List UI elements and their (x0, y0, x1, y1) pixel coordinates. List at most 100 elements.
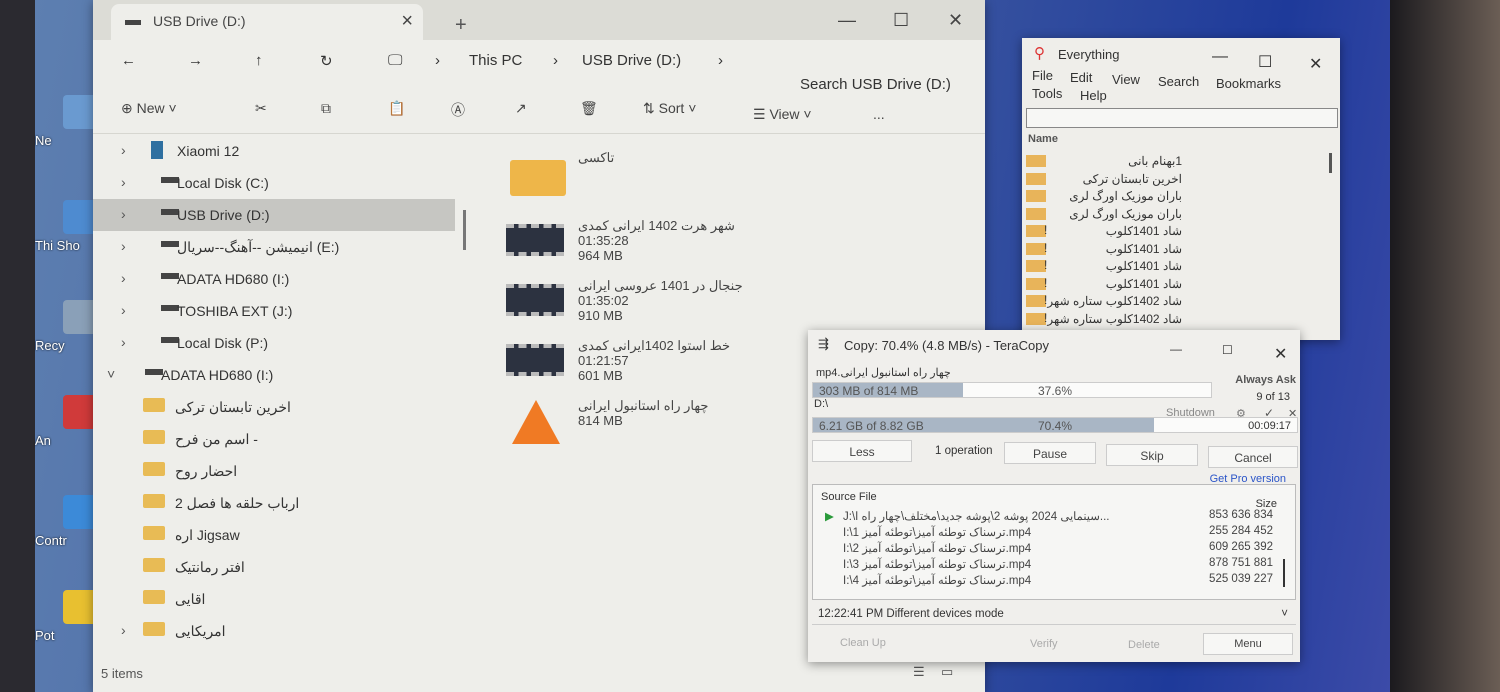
breadcrumb-usb-drive[interactable]: USB Drive (D:) (582, 52, 681, 69)
result-row[interactable]: ! شاد 1402کلوب ستاره شهر (1022, 292, 1332, 310)
menu-file[interactable]: File (1032, 68, 1053, 83)
close-button[interactable]: ✕ (1274, 344, 1287, 364)
desktop-icon[interactable]: Contr (35, 495, 97, 548)
menu-tools[interactable]: Tools (1032, 86, 1062, 101)
file-item[interactable]: شهر هرت 1402 ایرانی کمدی 01:35:28 964 MB (498, 218, 978, 274)
sidebar-item[interactable]: افتر رمانتیک (93, 551, 455, 583)
queue-row[interactable]: I:\3 ترسناک توطئه آمیز\توطئه آمیز.mp4 878… (843, 557, 1273, 573)
result-row[interactable]: ! شاد 1402کلوب ستاره شهر (1022, 310, 1332, 328)
result-row[interactable]: ! شاد 1401کلوب (1022, 240, 1332, 258)
sidebar-item[interactable]: › Xiaomi 12 (93, 135, 455, 167)
maximize-button[interactable]: ☐ (893, 10, 909, 31)
chevron-right-icon[interactable]: › (121, 302, 126, 318)
sidebar-item[interactable]: اره Jigsaw (93, 519, 455, 551)
column-header-name[interactable]: Name (1028, 133, 1058, 145)
queue-row[interactable]: ▶ J:\سینمایی 2024 پوشه 2\پوشه جدید\مختلف\… (825, 509, 1273, 525)
tiles-view-icon[interactable]: ▭ (941, 664, 953, 680)
share-icon[interactable]: ↗ (515, 100, 527, 117)
maximize-button[interactable]: ☐ (1222, 343, 1233, 357)
paste-icon[interactable]: 📋 (388, 100, 405, 117)
result-row[interactable]: ! شاد 1401کلوب (1022, 275, 1332, 293)
sidebar-item[interactable]: اقایی (93, 583, 455, 615)
new-tab-button[interactable]: + (455, 14, 467, 37)
delete-icon[interactable]: 🗑 (580, 100, 598, 117)
close-tab-icon[interactable]: × (401, 10, 413, 33)
minimize-button[interactable]: — (1212, 48, 1228, 66)
chevron-right-icon[interactable]: › (121, 206, 126, 222)
new-button[interactable]: ⊕ New ˅ (121, 100, 177, 117)
result-row[interactable]: 1بهنام بانی (1022, 152, 1332, 170)
sidebar-item[interactable]: › ADATA HD680 (I:) (93, 263, 455, 295)
chevron-right-icon[interactable]: › (121, 238, 126, 254)
pane-scrollbar[interactable] (463, 210, 466, 250)
close-button[interactable]: ✕ (948, 10, 963, 31)
chevron-right-icon[interactable]: › (121, 622, 126, 638)
up-icon[interactable]: ↑ (255, 52, 263, 69)
sidebar-item[interactable]: › TOSHIBA EXT (J:) (93, 295, 455, 327)
always-ask-option[interactable]: Always Ask (1235, 374, 1296, 386)
result-row[interactable]: اخرین تابستان ترکی (1022, 170, 1332, 188)
result-row[interactable]: ! شاد 1401کلوب (1022, 257, 1332, 275)
scrollbar-thumb[interactable] (1329, 153, 1332, 173)
more-options-button[interactable]: ... (873, 106, 885, 122)
queue-row[interactable]: I:\1 ترسناک توطئه آمیز\توطئه آمیز.mp4 255… (843, 525, 1273, 541)
tab-usb-drive[interactable]: USB Drive (D:) × (111, 4, 423, 40)
scrollbar-thumb[interactable] (1283, 559, 1285, 587)
this-pc-icon[interactable]: 🖵 (388, 52, 402, 69)
maximize-button[interactable]: ☐ (1258, 52, 1272, 72)
breadcrumb-this-pc[interactable]: This PC (469, 52, 522, 69)
file-item[interactable]: تاکسی (498, 150, 978, 214)
minimize-button[interactable]: — (838, 10, 856, 31)
sidebar-item[interactable]: › انیمیشن --آهنگ--سریال (E:) (93, 231, 455, 263)
verify-button[interactable]: Verify (1030, 638, 1058, 650)
desktop-icon[interactable]: Thi Sho (35, 200, 97, 253)
chevron-right-icon[interactable]: › (121, 334, 126, 350)
pause-button[interactable]: Pause (1004, 442, 1096, 464)
clean-up-button[interactable]: Clean Up (840, 637, 886, 649)
back-icon[interactable]: ← (121, 52, 136, 69)
refresh-icon[interactable]: ↻ (320, 52, 333, 70)
sidebar-item[interactable]: احضار روح (93, 455, 455, 487)
queue-row[interactable]: I:\2 ترسناک توطئه آمیز\توطئه آمیز.mp4 609… (843, 541, 1273, 557)
queue-row[interactable]: I:\4 ترسناک توطئه آمیز\توطئه آمیز.mp4 525… (843, 573, 1273, 589)
cancel-button[interactable]: Cancel (1208, 446, 1298, 468)
sidebar-item[interactable]: › USB Drive (D:) (93, 199, 455, 231)
menu-bookmarks[interactable]: Bookmarks (1216, 76, 1281, 91)
search-input[interactable] (1026, 108, 1338, 128)
sidebar-item[interactable]: اسم من فرح - (93, 423, 455, 455)
sidebar-item[interactable]: › Local Disk (P:) (93, 327, 455, 359)
file-item[interactable]: جنجال در 1401 عروسی ایرانی 01:35:02 910 MB (498, 278, 978, 334)
desktop-icon[interactable]: Pot (35, 590, 97, 643)
sidebar-item[interactable]: › Local Disk (C:) (93, 167, 455, 199)
chevron-right-icon[interactable]: › (121, 174, 126, 190)
menu-view[interactable]: View (1112, 72, 1140, 87)
skip-button[interactable]: Skip (1106, 444, 1198, 466)
menu-search[interactable]: Search (1158, 74, 1199, 89)
chevron-right-icon[interactable]: › (121, 270, 126, 286)
result-row[interactable]: باران موزیک اورگ لری (1022, 205, 1332, 223)
sidebar-item[interactable]: ارباب حلقه ها فصل 2 (93, 487, 455, 519)
chevron-right-icon[interactable]: › (121, 142, 126, 158)
view-button[interactable]: ☰ View ˅ (753, 106, 812, 123)
menu-help[interactable]: Help (1080, 88, 1107, 103)
cut-icon[interactable]: ✂ (255, 100, 267, 117)
close-button[interactable]: ✕ (1309, 54, 1322, 74)
copy-icon[interactable]: ⧉ (321, 100, 331, 117)
chevron-down-icon[interactable]: ˅ (107, 366, 115, 382)
rename-icon[interactable]: Ⓐ (451, 100, 465, 120)
less-button[interactable]: Less (812, 440, 912, 462)
sidebar-item[interactable]: اخرین تابستان ترکی (93, 391, 455, 423)
sort-button[interactable]: ⇅ Sort ˅ (643, 100, 696, 117)
delete-button[interactable]: Delete (1128, 639, 1160, 651)
sidebar-item[interactable]: › امریکایی (93, 615, 455, 647)
result-row[interactable]: ! شاد 1401کلوب (1022, 222, 1332, 240)
forward-icon[interactable]: → (188, 52, 203, 69)
sidebar-item[interactable]: ˅ ADATA HD680 (I:) (93, 359, 455, 391)
desktop-icon[interactable]: Ne (35, 95, 97, 148)
menu-edit[interactable]: Edit (1070, 70, 1092, 85)
desktop-icon[interactable]: Recy (35, 300, 97, 353)
minimize-button[interactable]: — (1170, 342, 1182, 356)
details-view-icon[interactable]: ☰ (913, 664, 925, 680)
menu-button[interactable]: Menu (1203, 633, 1293, 655)
column-header-source[interactable]: Source File (821, 491, 877, 503)
